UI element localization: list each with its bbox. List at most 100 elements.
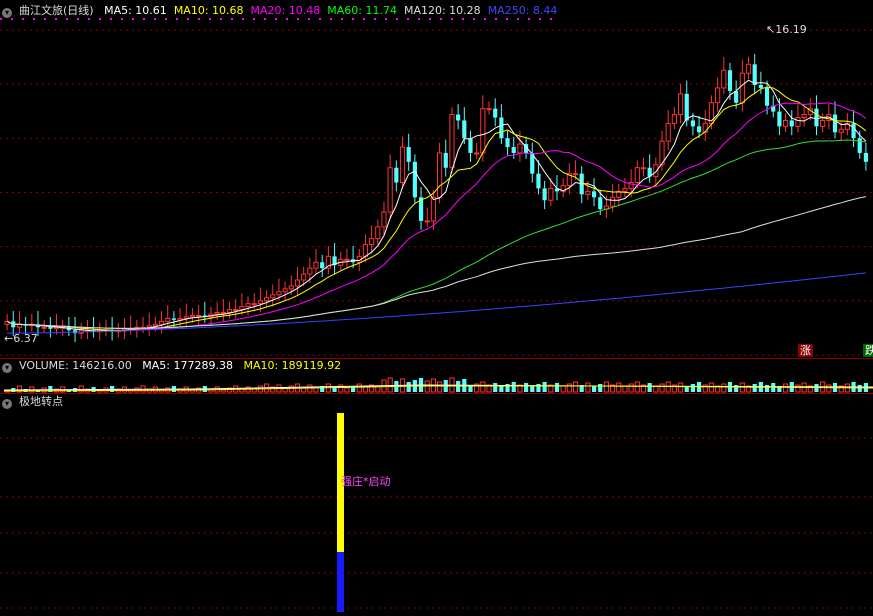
candle-body-up xyxy=(189,314,196,318)
volume-bar-up xyxy=(480,381,486,393)
volume-bar-down xyxy=(647,383,652,392)
volume-ma5: MA5: 177289.38 xyxy=(142,359,233,372)
volume-bar-up xyxy=(721,383,727,393)
candle-body-up xyxy=(152,323,158,327)
ma-legend-item: MA5: 10.61 xyxy=(104,4,167,17)
candle-body-up xyxy=(622,187,628,192)
volume-bar-down xyxy=(456,381,461,392)
candle-body-down xyxy=(505,138,510,148)
candle-body-up xyxy=(301,273,307,281)
candle-body-down xyxy=(727,70,733,91)
candle-body-down xyxy=(863,152,868,162)
candle-body-up xyxy=(783,119,789,127)
candle-body-up xyxy=(634,167,640,184)
volume-bar-up xyxy=(437,381,443,393)
ma60-line xyxy=(6,139,866,329)
candle-body-up xyxy=(344,258,350,261)
candle-body-up xyxy=(282,288,288,293)
candle-body-down xyxy=(499,117,504,139)
volume-bar-down xyxy=(499,386,504,392)
ma-legend-item: MA250: 8.44 xyxy=(487,4,558,17)
volume-bar-down xyxy=(406,382,411,392)
candle-body-down xyxy=(511,147,516,153)
candle-body-up xyxy=(424,220,430,223)
candle-body-up xyxy=(745,63,752,74)
volume-bar-up xyxy=(795,384,801,393)
candle-body-down xyxy=(777,111,782,127)
volume-bar-down xyxy=(764,385,770,392)
candle-body-up xyxy=(375,226,381,240)
collapse-toggle-icon[interactable]: ▾ xyxy=(2,399,12,409)
candle-body-down xyxy=(536,173,541,189)
price-chart[interactable] xyxy=(0,0,873,358)
ma120-line xyxy=(6,196,867,329)
volume-bar-up xyxy=(628,383,634,393)
candle-body-up xyxy=(399,146,406,183)
candle-body-up xyxy=(196,314,202,317)
candle-body-down xyxy=(406,147,411,162)
volume-bar-down xyxy=(524,383,529,392)
candle-body-down xyxy=(320,262,325,269)
price-chart-panel[interactable]: ▾ 曲江文旅(日线) MA5: 10.61 MA10: 10.68 MA20: 10.… xyxy=(0,0,873,358)
candle-body-down xyxy=(493,108,498,118)
candle-body-down xyxy=(591,191,597,198)
candle-body-up xyxy=(640,167,647,170)
candle-body-up xyxy=(251,303,257,306)
candle-body-down xyxy=(814,108,819,127)
candle-body-down xyxy=(48,327,53,329)
volume-bar-up xyxy=(603,381,609,393)
volume-value: VOLUME: 146216.00 xyxy=(19,359,132,372)
candle-body-up xyxy=(838,128,844,133)
candle-body-up xyxy=(715,87,721,104)
candle-body-up xyxy=(369,238,375,246)
volume-bar-up xyxy=(616,382,622,393)
volume-bar-up xyxy=(783,383,789,393)
candle-body-up xyxy=(677,93,684,116)
candle-body-down xyxy=(462,120,467,139)
collapse-toggle-icon[interactable]: ▾ xyxy=(2,363,12,373)
candle-body-down xyxy=(697,126,702,133)
volume-bar-down xyxy=(530,386,535,392)
volume-panel[interactable]: ▾ VOLUME: 146216.00 MA5: 177289.38 MA10: … xyxy=(0,358,873,393)
volume-bar-up xyxy=(659,383,665,393)
indicator-chart[interactable] xyxy=(0,393,873,616)
volume-bar-up xyxy=(424,380,430,393)
candle-body-down xyxy=(412,161,417,198)
volume-bar-up xyxy=(220,389,226,393)
candle-body-up xyxy=(239,306,245,311)
price-legend: ▾ 曲江文旅(日线) MA5: 10.61 MA10: 10.68 MA20: 10.… xyxy=(2,4,571,18)
candle-body-up xyxy=(257,300,264,305)
candle-body-up xyxy=(294,279,301,287)
candle-body-up xyxy=(233,309,239,312)
candle-body-up xyxy=(437,152,443,198)
volume-bar-up xyxy=(313,387,319,393)
volume-bar-down xyxy=(493,383,498,392)
volume-bar-up xyxy=(708,382,715,393)
candle-body-up xyxy=(449,114,455,169)
ma10-line xyxy=(6,86,867,332)
collapse-toggle-icon[interactable]: ▾ xyxy=(2,8,12,18)
volume-bar-down xyxy=(598,384,603,392)
candle-body-down xyxy=(832,114,838,133)
high-price-label: ↖16.19 xyxy=(766,23,807,36)
candle-body-up xyxy=(41,326,47,329)
indicator-panel[interactable]: ▾ 极地转点 强庄*启动 xyxy=(0,393,873,616)
volume-bar-up xyxy=(387,377,393,393)
candle-body-down xyxy=(851,123,856,139)
candle-body-up xyxy=(480,108,486,154)
ma-legend-item: MA120: 10.28 xyxy=(403,4,481,17)
candle-body-up xyxy=(220,312,226,314)
volume-bar-up xyxy=(677,382,684,393)
fall-tag: 跌 xyxy=(863,344,873,357)
ma-legend-item: MA10: 10.68 xyxy=(173,4,244,17)
signal-bar-blue xyxy=(337,552,344,612)
candle-body-up xyxy=(486,108,492,111)
ma-legend-item: MA60: 11.74 xyxy=(327,4,397,17)
candle-body-up xyxy=(313,261,319,269)
candle-body-down xyxy=(764,87,770,106)
candle-body-up xyxy=(158,320,165,325)
volume-bar-down xyxy=(468,386,473,392)
volume-bar-up xyxy=(622,385,628,393)
volume-bar-up xyxy=(566,383,572,393)
candle-body-down xyxy=(456,114,461,121)
